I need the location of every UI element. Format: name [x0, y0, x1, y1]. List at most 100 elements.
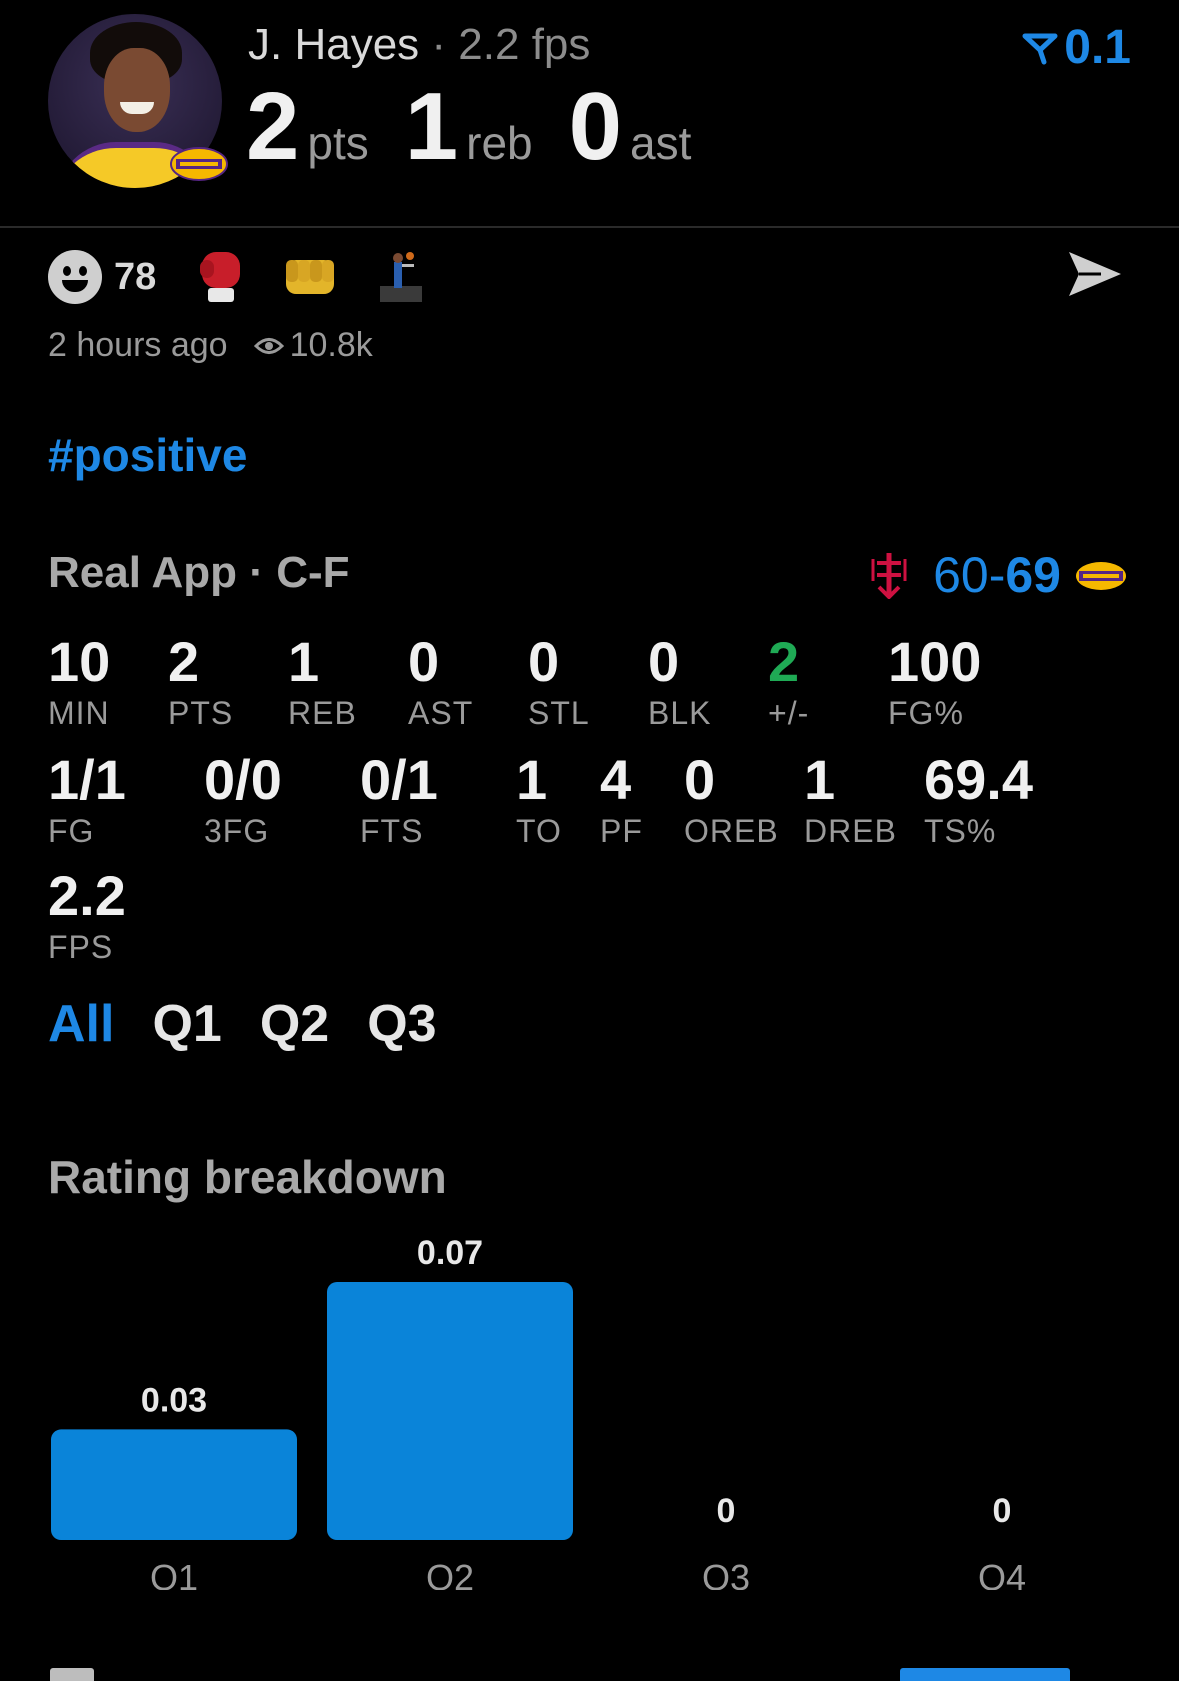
stat-fg-value: 1/1: [48, 748, 126, 811]
score-dash: -: [988, 547, 1006, 603]
separator-dot: ·: [249, 548, 264, 597]
stat-reb-value: 1: [288, 630, 320, 693]
lakers-logo-icon: [1076, 562, 1126, 590]
rating-breakdown-title: Rating breakdown: [48, 1151, 447, 1203]
stat-fg-pct-value: 100: [888, 630, 982, 693]
stat-min-value: 10: [48, 630, 111, 693]
points-unit: pts: [307, 117, 369, 169]
dunk-icon[interactable]: [376, 250, 424, 304]
stat-3fg-label: 3FG: [204, 813, 270, 849]
x-tick-label-q3: Q3: [702, 1557, 750, 1590]
stat-ts-pct: 69.4 TS%: [924, 748, 1033, 850]
stat-fts-label: FTS: [360, 813, 424, 849]
stat-reb-label: REB: [288, 695, 357, 731]
stat-ts-pct-label: TS%: [924, 813, 997, 849]
stat-pf-label: PF: [600, 813, 643, 849]
player-name[interactable]: J. Hayes: [248, 20, 419, 69]
game-score[interactable]: 60 - 69: [867, 546, 1129, 604]
stat-to-label: TO: [516, 813, 562, 849]
bar-value-label-q1: 0.03: [141, 1381, 207, 1419]
stat-blk: 0 BLK: [648, 630, 711, 732]
points-value: 2: [246, 73, 300, 180]
post-time: 2 hours ago: [48, 326, 228, 364]
smiley-icon[interactable]: [48, 250, 102, 304]
rating-delta[interactable]: 0.1: [1022, 20, 1131, 75]
boxing-glove-icon[interactable]: [198, 250, 244, 304]
post-meta: 2 hours ago 10.8k: [48, 326, 373, 365]
stat-to: 1 TO: [516, 748, 562, 850]
reaction-count: 78: [114, 255, 157, 298]
rockets-logo-icon: [871, 553, 907, 599]
next-section-edge: [0, 1664, 1179, 1681]
bar-value-label-q2: 0.07: [417, 1234, 483, 1272]
player-fps: 2.2 fps: [458, 20, 591, 69]
reaction-bar: 78: [48, 250, 464, 304]
stat-ast: 0 AST: [408, 630, 473, 732]
stat-blk-value: 0: [648, 630, 680, 693]
stat-fts-value: 0/1: [360, 748, 438, 811]
assists-unit: ast: [630, 117, 692, 169]
stat-pf: 4 PF: [600, 748, 643, 850]
stat-fg: 1/1 FG: [48, 748, 126, 850]
header-divider: [0, 226, 1179, 228]
bar-value-label-q3: 0: [717, 1492, 736, 1530]
stat-pts-label: PTS: [168, 695, 234, 731]
stat-3fg: 0/0 3FG: [204, 748, 282, 850]
stat-pts: 2 PTS: [168, 630, 233, 732]
stat-fg-label: FG: [48, 813, 95, 849]
home-score: 69: [1005, 547, 1061, 603]
game-source-line: Real App · C-F: [48, 548, 350, 598]
tab-q1[interactable]: Q1: [152, 994, 221, 1054]
stat-blk-label: BLK: [648, 695, 712, 731]
player-header-line: J. Hayes · 2.2 fps: [248, 20, 590, 70]
stat-plus-minus-label: +/-: [768, 695, 810, 731]
stat-to-value: 1: [516, 748, 548, 811]
stat-dreb-value: 1: [804, 748, 836, 811]
avatar-face: [104, 48, 170, 132]
period-tabs: All Q1 Q2 Q3: [48, 994, 475, 1054]
stat-plus-minus: 2 +/-: [768, 630, 809, 732]
rebounds-unit: reb: [466, 117, 533, 169]
stat-min: 10 MIN: [48, 630, 110, 732]
tab-q2[interactable]: Q2: [260, 994, 329, 1054]
rating-arrow-icon: [1022, 33, 1058, 64]
next-section-title-fragment: [50, 1668, 94, 1681]
view-count-value: 10.8k: [289, 326, 373, 364]
rebounds-value: 1: [404, 73, 459, 180]
stat-ts-pct-value: 69.4: [924, 748, 1033, 811]
tab-all[interactable]: All: [48, 994, 114, 1054]
player-position: C-F: [276, 548, 350, 597]
rating-breakdown-chart: 0.03 Q1 0.07 Q2 0 Q3 0 Q4: [51, 1234, 1026, 1590]
stat-fts: 0/1 FTS: [360, 748, 438, 850]
send-icon[interactable]: [1067, 250, 1123, 298]
rating-delta-value: 0.1: [1064, 21, 1131, 74]
x-tick-label-q2: Q2: [426, 1557, 474, 1590]
player-stat-summary: 2 pts 1 reb 0 ast: [246, 72, 727, 182]
bar-value-label-q4: 0: [993, 1492, 1012, 1530]
bar-q1[interactable]: [51, 1429, 297, 1540]
tab-q3[interactable]: Q3: [367, 994, 436, 1054]
stat-pts-value: 2: [168, 630, 200, 693]
stat-stl-label: STL: [528, 695, 590, 731]
x-tick-label-q1: Q1: [150, 1557, 198, 1590]
stat-plus-minus-value: 2: [768, 630, 800, 693]
source-app: Real App: [48, 548, 238, 597]
bar-q2[interactable]: [327, 1282, 573, 1540]
stat-fg-pct: 100 FG%: [888, 630, 981, 732]
stat-reb: 1 REB: [288, 630, 357, 732]
stat-ast-label: AST: [408, 695, 474, 731]
stat-fg-pct-label: FG%: [888, 695, 964, 731]
stat-oreb-value: 0: [684, 748, 716, 811]
stat-stl: 0 STL: [528, 630, 590, 732]
stat-fps-label: FPS: [48, 929, 114, 965]
stat-dreb-label: DREB: [804, 813, 897, 849]
x-tick-label-q4: Q4: [978, 1557, 1026, 1590]
stat-3fg-value: 0/0: [204, 748, 282, 811]
assists-value: 0: [568, 73, 623, 180]
stat-pf-value: 4: [600, 748, 632, 811]
view-count: 10.8k: [253, 326, 373, 365]
hashtag-link[interactable]: #positive: [48, 428, 247, 482]
view-all-link-fragment[interactable]: [900, 1668, 1070, 1681]
stat-dreb: 1 DREB: [804, 748, 897, 850]
fist-icon[interactable]: [284, 254, 336, 300]
